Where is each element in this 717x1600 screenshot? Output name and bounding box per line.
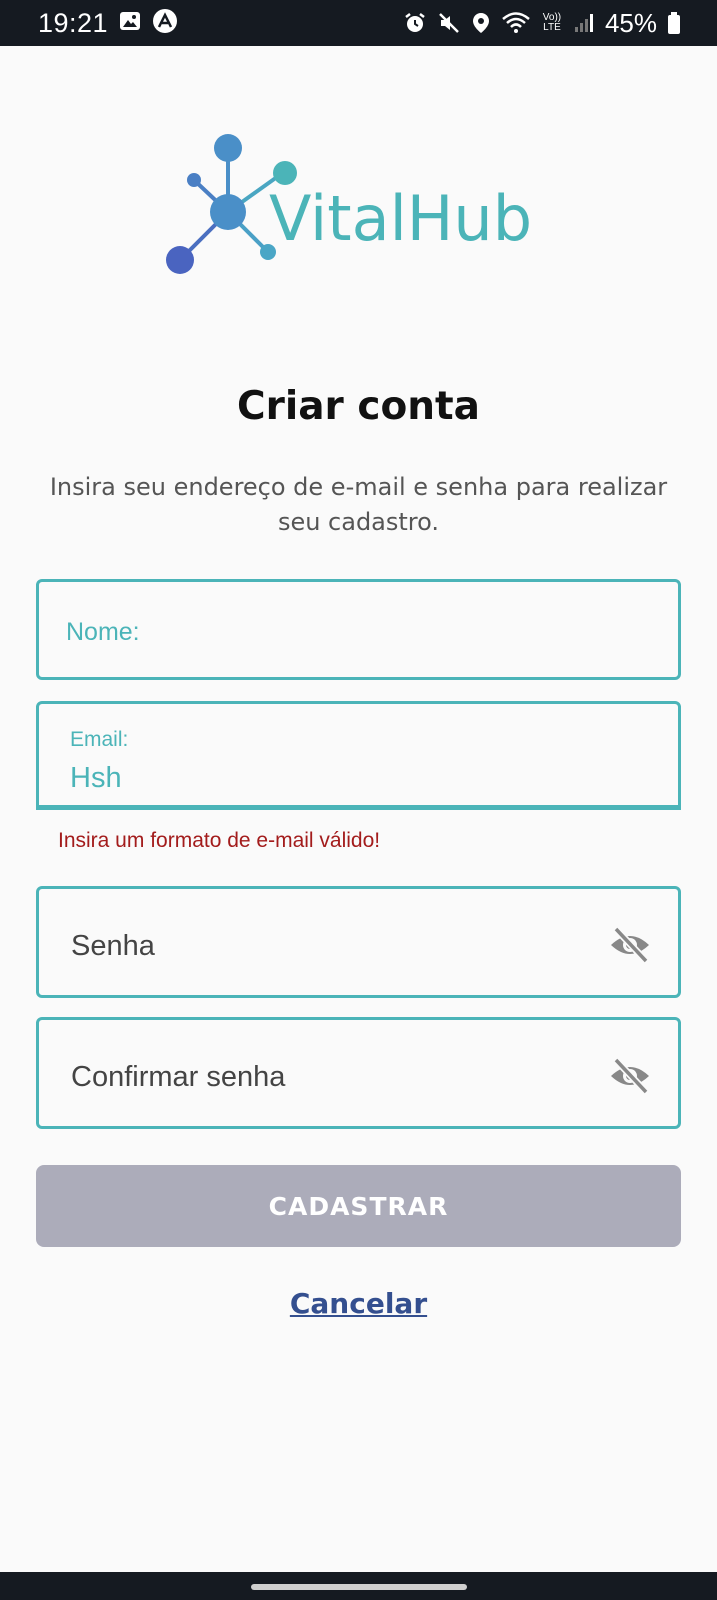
status-time: 19:21 <box>38 7 109 38</box>
email-error-message: Insira um formato de e-mail válido! <box>58 829 381 852</box>
wifi-icon <box>501 11 531 35</box>
mute-icon <box>437 11 461 35</box>
register-button[interactable]: CADASTRAR <box>36 1165 681 1247</box>
page-subtitle: Insira seu endereço de e-mail e senha pa… <box>49 473 668 536</box>
battery-percent: 45% <box>604 7 657 38</box>
location-icon <box>471 11 491 35</box>
confirm-password-placeholder: Confirmar senha <box>71 1061 286 1093</box>
battery-icon <box>667 11 681 35</box>
confirm-password-input[interactable]: Confirmar senha <box>36 1017 681 1129</box>
image-icon <box>118 9 142 38</box>
email-label: Email: <box>70 728 129 751</box>
home-indicator[interactable] <box>251 1584 467 1590</box>
logo-text: VitalHub <box>269 182 533 255</box>
cancel-link[interactable]: Cancelar <box>0 1287 717 1320</box>
eye-off-icon[interactable] <box>608 925 652 965</box>
eye-off-icon[interactable] <box>608 1056 652 1096</box>
name-placeholder: Nome: <box>66 618 140 646</box>
volte-icon: Vo)) LTE <box>542 12 562 33</box>
alarm-icon <box>403 11 427 35</box>
email-value: Hsh <box>70 762 122 794</box>
page-title: Criar conta <box>237 384 480 429</box>
name-input[interactable]: Nome: <box>36 579 681 680</box>
status-bar: 19:21 Vo)) LTE 45% <box>0 0 717 46</box>
molecule-icon <box>166 134 282 274</box>
vitalhub-logo: VitalHub <box>162 128 552 288</box>
password-input[interactable]: Senha <box>36 886 681 998</box>
signal-icon <box>573 12 595 34</box>
email-input[interactable]: Email: Hsh <box>36 701 681 810</box>
password-placeholder: Senha <box>71 930 155 962</box>
app-icon <box>152 8 178 39</box>
